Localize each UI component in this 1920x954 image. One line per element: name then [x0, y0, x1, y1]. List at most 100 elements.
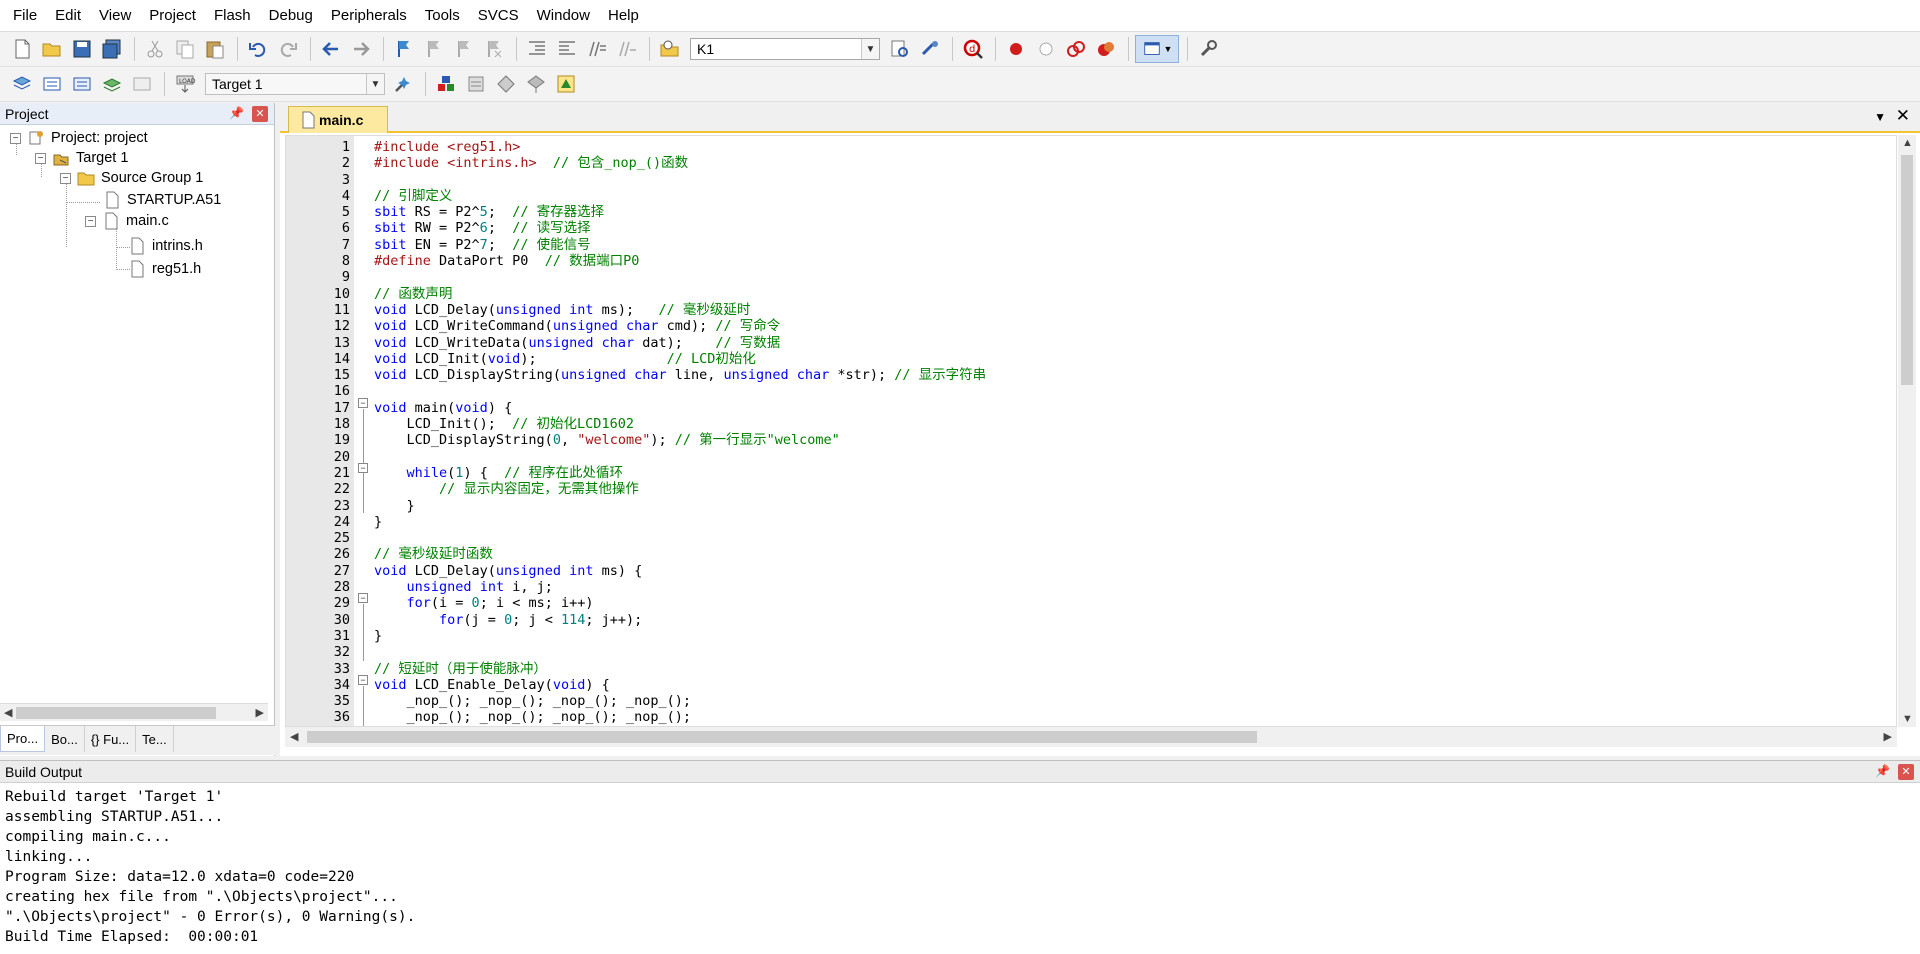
redo-icon[interactable]: [274, 35, 302, 63]
code-line[interactable]: #include <intrins.h> // 包含_nop_()函数: [374, 155, 1874, 171]
menu-window[interactable]: Window: [528, 0, 599, 32]
collapse-toggle[interactable]: −: [35, 152, 46, 164]
code-line[interactable]: while(1) { // 程序在此处循环: [374, 465, 1874, 481]
download-icon[interactable]: LOAD: [171, 70, 199, 98]
fold-toggle[interactable]: −: [358, 463, 368, 473]
rebuild-icon[interactable]: [68, 70, 96, 98]
kill-all-breakpoints-icon[interactable]: [1092, 35, 1120, 63]
stop-build-icon[interactable]: [128, 70, 156, 98]
menu-tools[interactable]: Tools: [416, 0, 469, 32]
scroll-thumb[interactable]: [1901, 155, 1913, 385]
menu-flash[interactable]: Flash: [205, 0, 260, 32]
tab-books[interactable]: Bo...: [45, 726, 85, 752]
scroll-right-icon[interactable]: ▶: [256, 706, 264, 719]
tab-functions[interactable]: {} Fu...: [85, 726, 137, 752]
new-file-icon[interactable]: [8, 35, 36, 63]
code-line[interactable]: // 毫秒级延时函数: [374, 546, 1874, 562]
code-line[interactable]: LCD_Init(); // 初始化LCD1602: [374, 416, 1874, 432]
comment-icon[interactable]: [583, 35, 611, 63]
tree-item-source-group[interactable]: − Source Group 1: [60, 167, 203, 189]
close-icon[interactable]: ✕: [252, 106, 268, 122]
code-line[interactable]: for(i = 0; i < ms; i++): [374, 595, 1874, 611]
translate-icon[interactable]: [8, 70, 36, 98]
tree-item-reg51-h[interactable]: reg51.h: [128, 258, 201, 280]
fold-toggle[interactable]: −: [358, 593, 368, 603]
indent-icon[interactable]: [523, 35, 551, 63]
find-replace-icon[interactable]: [916, 35, 944, 63]
close-icon[interactable]: ✕: [1896, 106, 1910, 126]
code-line[interactable]: [374, 449, 1874, 465]
scroll-right-icon[interactable]: ▶: [1884, 730, 1892, 743]
editor-horizontal-scrollbar[interactable]: ◀ ▶: [285, 727, 1897, 747]
code-line[interactable]: void main(void) {: [374, 400, 1874, 416]
configure-icon[interactable]: [1194, 35, 1222, 63]
pin-icon[interactable]: 📌: [1875, 764, 1890, 778]
code-line[interactable]: }: [374, 514, 1874, 530]
build-output-text[interactable]: Rebuild target 'Target 1' assembling STAR…: [0, 783, 1920, 951]
close-icon[interactable]: ✕: [1898, 764, 1914, 780]
chevron-down-icon[interactable]: ▼: [366, 74, 384, 94]
build-icon[interactable]: [38, 70, 66, 98]
disable-breakpoint-icon[interactable]: [1032, 35, 1060, 63]
next-bookmark-icon[interactable]: [450, 35, 478, 63]
menu-edit[interactable]: Edit: [46, 0, 90, 32]
code-line[interactable]: void LCD_Enable_Delay(void) {: [374, 677, 1874, 693]
select-packs-icon[interactable]: [462, 70, 490, 98]
code-line[interactable]: _nop_(); _nop_(); _nop_(); _nop_();: [374, 693, 1874, 709]
collapse-toggle[interactable]: −: [85, 215, 96, 227]
code-line[interactable]: void LCD_WriteData(unsigned char dat); /…: [374, 335, 1874, 351]
window-layout-icon[interactable]: ▼: [1135, 35, 1179, 63]
code-text[interactable]: #include <reg51.h> #include <intrins.h> /…: [374, 139, 1874, 726]
code-line[interactable]: sbit EN = P2^7; // 使能信号: [374, 237, 1874, 253]
code-line[interactable]: // 引脚定义: [374, 188, 1874, 204]
menu-project[interactable]: Project: [140, 0, 205, 32]
save-icon[interactable]: [68, 35, 96, 63]
prev-bookmark-icon[interactable]: [420, 35, 448, 63]
menu-view[interactable]: View: [90, 0, 140, 32]
code-line[interactable]: void LCD_Delay(unsigned int ms); // 毫秒级延…: [374, 302, 1874, 318]
tab-list-dropdown-icon[interactable]: ▼: [1874, 110, 1886, 124]
code-line[interactable]: void LCD_Delay(unsigned int ms) {: [374, 563, 1874, 579]
tree-item-main-c[interactable]: − main.c: [85, 210, 169, 232]
code-line[interactable]: [374, 383, 1874, 399]
code-editor[interactable]: 1 2 3 4 5 6 7 8 9 10 11 12 13 14 15 16 17 18 19 20 21 22 23 24 2…: [285, 135, 1897, 727]
scroll-left-icon[interactable]: ◀: [290, 730, 298, 743]
chevron-down-icon[interactable]: ▼: [861, 39, 879, 59]
editor-vertical-scrollbar[interactable]: ▲ ▼: [1898, 135, 1916, 727]
tab-templates[interactable]: Te...: [136, 726, 174, 752]
code-line[interactable]: }: [374, 498, 1874, 514]
code-line[interactable]: // 显示内容固定，无需其他操作: [374, 481, 1874, 497]
scroll-down-icon[interactable]: ▼: [1902, 713, 1913, 725]
code-line[interactable]: sbit RW = P2^6; // 读写选择: [374, 220, 1874, 236]
code-line[interactable]: [374, 269, 1874, 285]
menu-svcs[interactable]: SVCS: [469, 0, 528, 32]
fold-toggle[interactable]: −: [358, 398, 368, 408]
fold-toggle[interactable]: −: [358, 675, 368, 685]
batch-build-icon[interactable]: [98, 70, 126, 98]
menu-peripherals[interactable]: Peripherals: [322, 0, 416, 32]
menu-help[interactable]: Help: [599, 0, 648, 32]
start-debug-icon[interactable]: d: [959, 35, 987, 63]
find-combo[interactable]: K1 ▼: [690, 38, 880, 60]
navigate-forward-icon[interactable]: [347, 35, 375, 63]
save-all-icon[interactable]: [98, 35, 126, 63]
code-line[interactable]: }: [374, 628, 1874, 644]
code-line[interactable]: LCD_DisplayString(0, "welcome"); // 第一行显…: [374, 432, 1874, 448]
breakpoint-icon[interactable]: [1002, 35, 1030, 63]
code-line[interactable]: void LCD_Init(void); // LCD初始化: [374, 351, 1874, 367]
copy-icon[interactable]: [171, 35, 199, 63]
cut-icon[interactable]: [141, 35, 169, 63]
code-line[interactable]: // 函数声明: [374, 286, 1874, 302]
undo-icon[interactable]: [244, 35, 272, 63]
tree-item-target[interactable]: − Target 1: [35, 147, 128, 169]
bookmark-icon[interactable]: [390, 35, 418, 63]
code-line[interactable]: void LCD_WriteCommand(unsigned char cmd)…: [374, 318, 1874, 334]
collapse-toggle[interactable]: −: [60, 172, 71, 184]
find-in-files-icon[interactable]: [656, 35, 684, 63]
uncomment-icon[interactable]: [613, 35, 641, 63]
clear-bookmarks-icon[interactable]: [480, 35, 508, 63]
target-select[interactable]: Target 1 ▼: [205, 73, 385, 95]
paste-icon[interactable]: [201, 35, 229, 63]
code-line[interactable]: // 短延时（用于使能脉冲）: [374, 661, 1874, 677]
manage-project-items-icon[interactable]: [432, 70, 460, 98]
